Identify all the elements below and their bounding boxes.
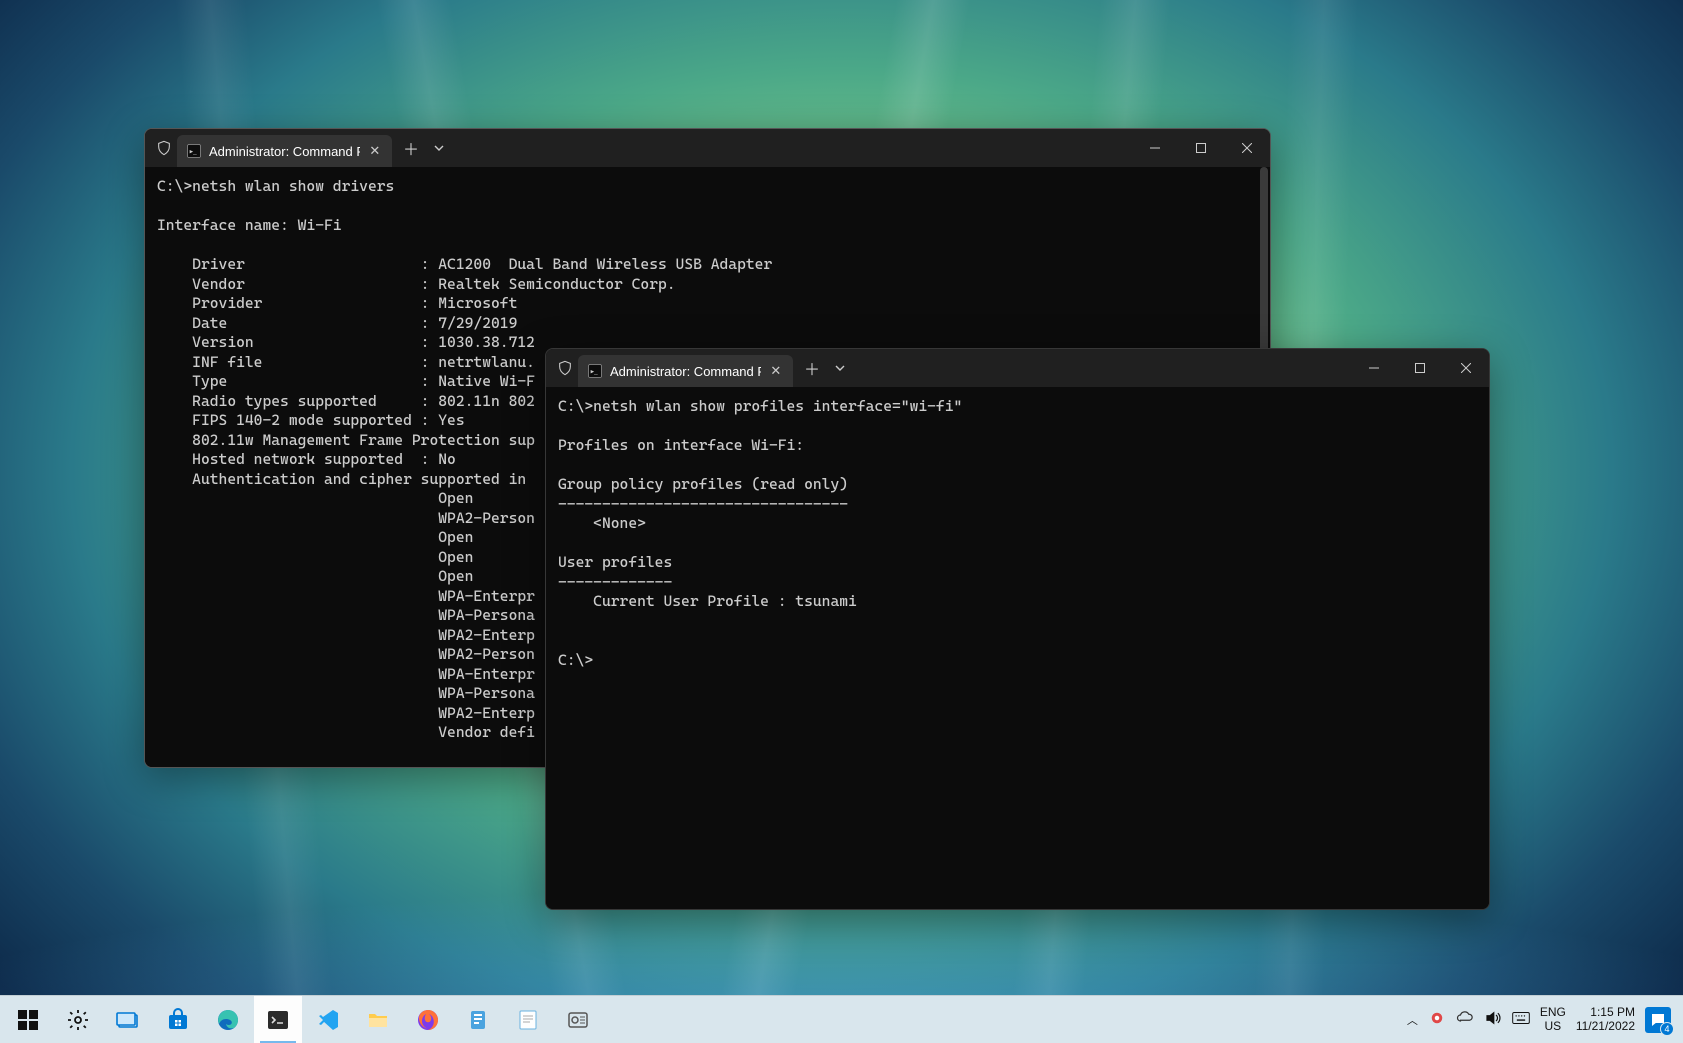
- cmd-icon: ▸_: [588, 364, 602, 378]
- app-icon-2[interactable]: [554, 996, 602, 1043]
- firefox-icon[interactable]: [404, 996, 452, 1043]
- tab-strip: ▸_ Administrator: Command Prompt ✕ ＋: [546, 349, 853, 387]
- terminal-output: C:\>netsh wlan show profiles interface="…: [558, 397, 1477, 670]
- cmd-icon: ▸_: [187, 144, 201, 158]
- clock[interactable]: 1:15 PM 11/21/2022: [1576, 1006, 1635, 1034]
- start-button[interactable]: [4, 996, 52, 1043]
- tab-dropdown-button[interactable]: [426, 143, 452, 153]
- tab-title: Administrator: Command Prompt: [610, 364, 761, 379]
- tab-cmd[interactable]: ▸_ Administrator: Command Prompt ✕: [578, 355, 793, 387]
- store-icon[interactable]: [154, 996, 202, 1043]
- explorer-icon[interactable]: [354, 996, 402, 1043]
- tab-close-button[interactable]: ✕: [769, 362, 783, 380]
- notifications-button[interactable]: 4: [1645, 1007, 1671, 1033]
- tab-close-button[interactable]: ✕: [368, 142, 382, 160]
- shield-icon: [151, 140, 177, 156]
- terminal-icon[interactable]: [254, 996, 302, 1043]
- shield-icon: [552, 360, 578, 376]
- minimize-button[interactable]: [1351, 349, 1397, 387]
- tab-strip: ▸_ Administrator: Command Prompt ✕ ＋: [145, 129, 452, 167]
- titlebar[interactable]: ▸_ Administrator: Command Prompt ✕ ＋: [145, 129, 1270, 167]
- language-indicator[interactable]: ENG US: [1540, 1006, 1566, 1034]
- maximize-button[interactable]: [1397, 349, 1443, 387]
- close-button[interactable]: [1224, 129, 1270, 167]
- new-tab-button[interactable]: ＋: [396, 136, 426, 160]
- notification-badge: 4: [1660, 1022, 1674, 1036]
- tab-dropdown-button[interactable]: [827, 363, 853, 373]
- notepad-icon[interactable]: [504, 996, 552, 1043]
- task-view-icon[interactable]: [104, 996, 152, 1043]
- edge-icon[interactable]: [204, 996, 252, 1043]
- tray-overflow-button[interactable]: ︿: [1407, 1012, 1418, 1028]
- desktop: ▸_ Administrator: Command Prompt ✕ ＋ C:\…: [0, 0, 1683, 1043]
- terminal-body[interactable]: C:\>netsh wlan show profiles interface="…: [546, 387, 1489, 909]
- volume-icon[interactable]: [1484, 1009, 1502, 1030]
- vscode-icon[interactable]: [304, 996, 352, 1043]
- terminal-window-2[interactable]: ▸_ Administrator: Command Prompt ✕ ＋ C:\…: [545, 348, 1490, 910]
- system-tray: ︿ ENG US 1:15 PM 11/21/2022: [1407, 1006, 1679, 1034]
- close-button[interactable]: [1443, 349, 1489, 387]
- app-icon-1[interactable]: [454, 996, 502, 1043]
- taskbar[interactable]: ︿ ENG US 1:15 PM 11/21/2022: [0, 995, 1683, 1043]
- tab-title: Administrator: Command Prompt: [209, 144, 360, 159]
- window-controls: [1132, 129, 1270, 167]
- onedrive-icon[interactable]: [1456, 1009, 1474, 1030]
- minimize-button[interactable]: [1132, 129, 1178, 167]
- svg-text:▸_: ▸_: [591, 368, 599, 376]
- titlebar[interactable]: ▸_ Administrator: Command Prompt ✕ ＋: [546, 349, 1489, 387]
- new-tab-button[interactable]: ＋: [797, 356, 827, 380]
- maximize-button[interactable]: [1178, 129, 1224, 167]
- tray-app-icon[interactable]: [1428, 1009, 1446, 1030]
- tab-cmd[interactable]: ▸_ Administrator: Command Prompt ✕: [177, 135, 392, 167]
- keyboard-icon[interactable]: [1512, 1009, 1530, 1030]
- settings-icon[interactable]: [54, 996, 102, 1043]
- taskbar-icons: [4, 996, 602, 1043]
- window-controls: [1351, 349, 1489, 387]
- svg-text:▸_: ▸_: [190, 148, 198, 156]
